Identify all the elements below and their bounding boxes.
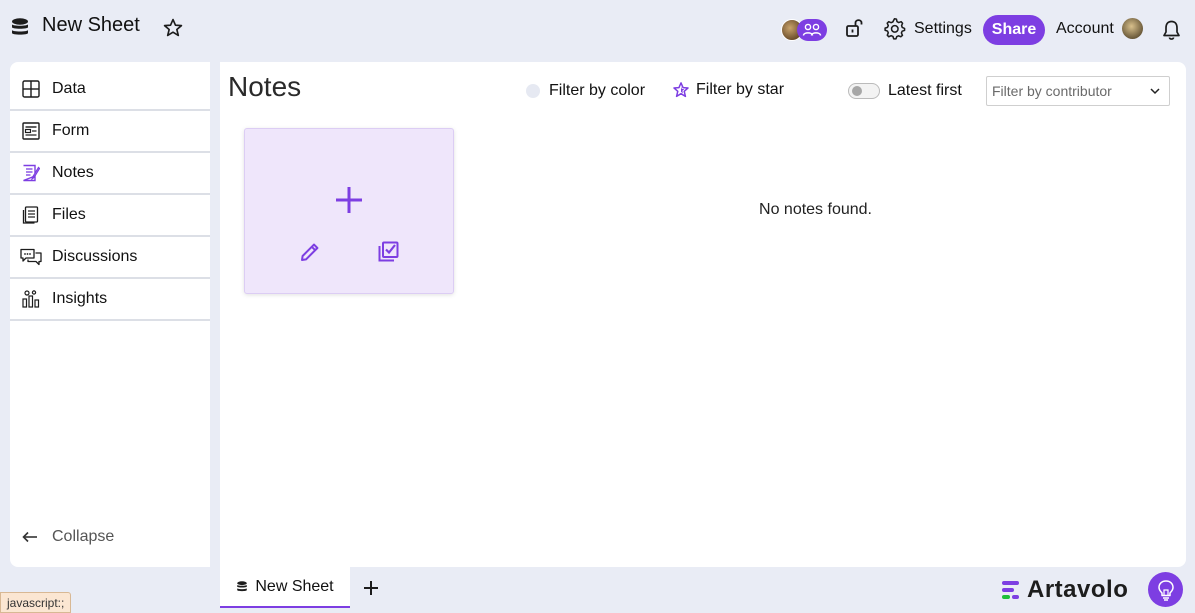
collaborators-avatars[interactable]: [781, 19, 827, 41]
notes-panel: Notes Filter by color Filter by star Lat…: [220, 62, 1186, 567]
brand-name: Artavolo: [1027, 576, 1129, 603]
collaborators-icon: [797, 19, 827, 41]
sheet-title[interactable]: New Sheet: [42, 14, 140, 37]
chevron-down-icon: [1150, 87, 1160, 95]
avatar: [1121, 18, 1143, 39]
sidebar-item-label: Discussions: [52, 248, 138, 265]
notes-icon: [10, 164, 52, 182]
collapse-button[interactable]: Collapse: [22, 528, 114, 546]
empty-state-message: No notes found.: [759, 201, 872, 218]
sheet-tab-label: New Sheet: [255, 577, 334, 595]
filter-by-star[interactable]: Filter by star: [672, 81, 784, 99]
database-icon: [10, 17, 30, 37]
color-dot-icon: [526, 84, 540, 98]
settings-label: Settings: [914, 19, 972, 37]
sidebar-item-label: Form: [52, 122, 90, 139]
bell-icon[interactable]: [1161, 19, 1182, 41]
grid-icon: [10, 80, 52, 98]
sidebar-item-insights[interactable]: Insights: [10, 279, 210, 321]
discussions-icon: [10, 248, 52, 266]
sidebar-item-data[interactable]: Data: [10, 69, 210, 111]
sidebar-item-label: Notes: [52, 164, 94, 181]
sidebar-item-form[interactable]: Form: [10, 111, 210, 153]
lightbulb-button[interactable]: [1148, 572, 1183, 607]
insights-icon: [10, 290, 52, 308]
sidebar: Data Form Notes Files Discussions Insigh…: [10, 62, 210, 567]
sidebar-item-label: Insights: [52, 290, 108, 307]
sidebar-item-notes[interactable]: Notes: [10, 153, 210, 195]
brand-logo-icon: [1001, 579, 1023, 601]
database-icon: [236, 580, 248, 593]
files-icon: [10, 206, 52, 224]
sidebar-item-files[interactable]: Files: [10, 195, 210, 237]
pencil-icon[interactable]: [299, 241, 321, 263]
latest-first-label: Latest first: [888, 82, 962, 99]
filter-star-label: Filter by star: [696, 81, 785, 98]
sidebar-resize-handle[interactable]: [210, 62, 220, 567]
filter-color-label: Filter by color: [549, 82, 646, 99]
toggle-switch[interactable]: [848, 83, 880, 99]
filter-by-color[interactable]: Filter by color: [526, 82, 645, 100]
contributor-select[interactable]: Filter by contributor: [986, 76, 1170, 106]
account-button[interactable]: Account: [1056, 18, 1143, 39]
lightbulb-icon: [1156, 579, 1176, 601]
star-filter-icon: [672, 81, 690, 99]
sidebar-item-discussions[interactable]: Discussions: [10, 237, 210, 279]
sidebar-item-label: Files: [52, 206, 86, 223]
top-bar: New Sheet Settings Share Account: [0, 0, 1195, 60]
sheet-tab[interactable]: New Sheet: [220, 567, 350, 608]
share-button[interactable]: Share: [983, 15, 1045, 45]
unlock-icon[interactable]: [845, 18, 865, 38]
add-sheet-icon[interactable]: [363, 580, 379, 596]
page-title: Notes: [228, 71, 302, 102]
sidebar-item-label: Data: [52, 80, 86, 97]
latest-first-toggle[interactable]: Latest first: [848, 82, 962, 100]
settings-button[interactable]: Settings: [883, 17, 972, 40]
brand-logo: Artavolo: [1001, 576, 1128, 604]
collapse-label: Collapse: [52, 528, 115, 545]
contributor-select-placeholder: Filter by contributor: [992, 83, 1112, 99]
star-icon[interactable]: [162, 17, 184, 39]
gear-icon: [883, 17, 906, 40]
account-label: Account: [1056, 19, 1114, 37]
form-icon: [10, 122, 52, 140]
checklist-icon[interactable]: [376, 240, 400, 264]
status-bar-link: javascript:;: [0, 592, 72, 613]
arrow-left-icon: [22, 531, 38, 543]
